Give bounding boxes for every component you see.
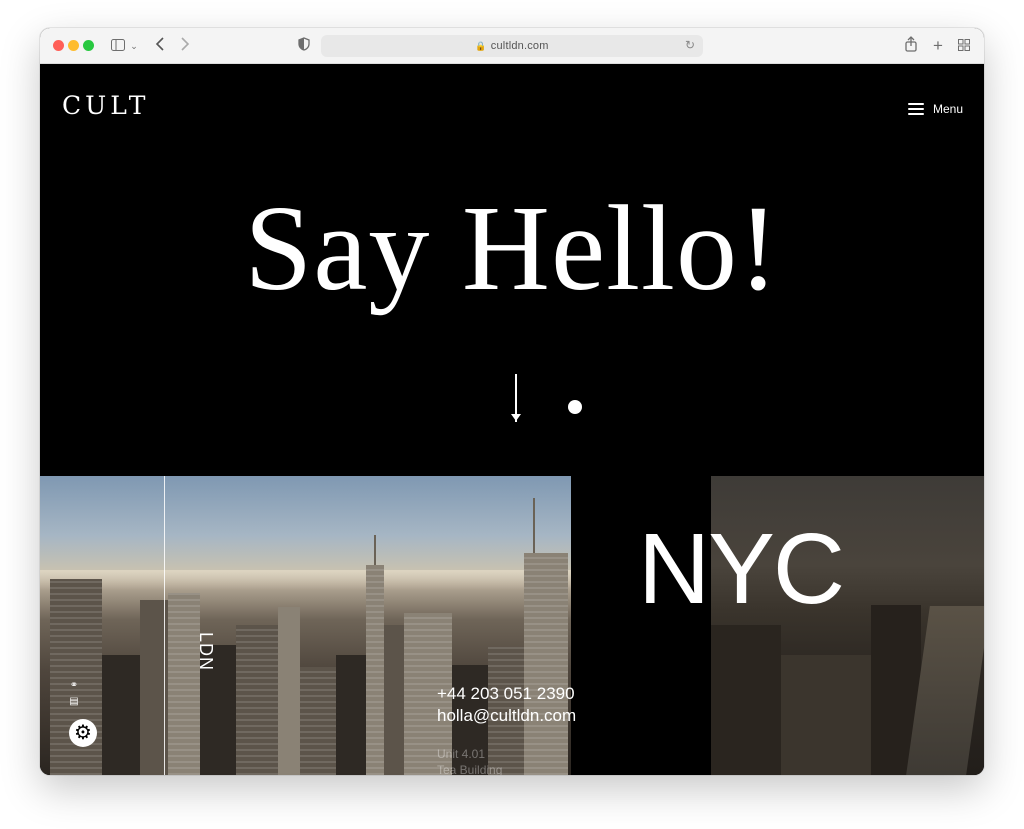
privacy-icon[interactable] — [297, 36, 311, 56]
hamburger-icon — [907, 103, 924, 115]
site-logo[interactable]: CULT — [62, 91, 149, 120]
back-icon[interactable] — [152, 36, 168, 56]
close-window-button[interactable] — [53, 40, 64, 51]
browser-toolbar: ⌄ 🔒 cultldn.com ↻ + — [40, 28, 984, 64]
nyc-label[interactable]: NYC — [638, 519, 845, 619]
accessibility-toolbar: ⚭ ▤ — [68, 680, 80, 708]
ldn-city-image[interactable] — [40, 476, 571, 775]
url-text: cultldn.com — [490, 40, 549, 52]
site-page: CULT Menu Say Hello! LDN ⚭ ▤ ⚙ NYC +44 2… — [40, 64, 984, 775]
link-icon[interactable]: ⚭ — [68, 680, 80, 692]
email-link[interactable]: holla@cultldn.com — [437, 705, 576, 727]
panel-divider-line — [164, 476, 165, 775]
gear-icon[interactable]: ⚙ — [69, 719, 97, 747]
address-line-2: Tea Building — [437, 763, 503, 775]
zoom-window-button[interactable] — [83, 40, 94, 51]
scroll-down-arrow-icon[interactable] — [511, 414, 521, 421]
share-icon[interactable] — [904, 36, 918, 56]
sidebar-icon[interactable] — [110, 36, 126, 56]
address-bar[interactable]: 🔒 cultldn.com ↻ — [321, 35, 703, 57]
forward-icon[interactable] — [177, 36, 193, 56]
reload-icon[interactable]: ↻ — [685, 38, 695, 52]
document-icon[interactable]: ▤ — [68, 696, 80, 708]
contact-block: +44 203 051 2390 holla@cultldn.com — [437, 683, 576, 727]
browser-window: ⌄ 🔒 cultldn.com ↻ + CULT Menu Say Hello!… — [40, 28, 984, 775]
cursor-dot — [568, 400, 582, 414]
menu-label: Menu — [932, 102, 963, 116]
hero-title: Say Hello! — [244, 181, 780, 316]
tab-overview-icon[interactable] — [957, 36, 971, 56]
menu-button[interactable]: Menu — [907, 102, 963, 116]
minimize-window-button[interactable] — [68, 40, 79, 51]
lock-icon: 🔒 — [475, 41, 487, 51]
address-block: Unit 4.01 Tea Building — [437, 746, 502, 775]
chevron-down-icon[interactable]: ⌄ — [129, 36, 139, 56]
new-tab-icon[interactable]: + — [931, 36, 945, 56]
ldn-label[interactable]: LDN — [195, 632, 216, 671]
address-line-1: Unit 4.01 — [437, 747, 486, 761]
phone-link[interactable]: +44 203 051 2390 — [437, 683, 576, 705]
